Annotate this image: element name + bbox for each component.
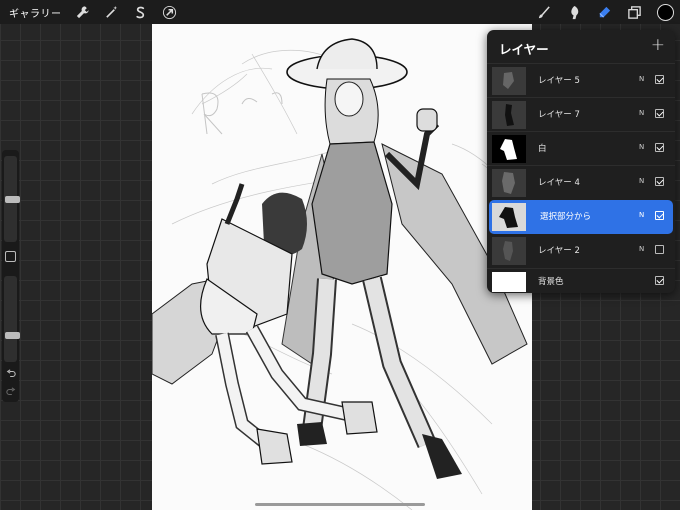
- layer-visibility-checkbox[interactable]: [655, 177, 664, 186]
- blend-mode-button[interactable]: N: [639, 143, 644, 151]
- blend-mode-button[interactable]: N: [639, 211, 644, 219]
- opacity-thumb[interactable]: [5, 332, 20, 339]
- layer-visibility-checkbox[interactable]: [655, 276, 664, 285]
- layers-icon[interactable]: [623, 1, 645, 23]
- layer-name: 白: [538, 144, 547, 154]
- artwork-sketch: [152, 38, 532, 510]
- layer-row[interactable]: レイヤー 7 N: [487, 97, 675, 131]
- transform-arrow-icon[interactable]: [159, 1, 181, 23]
- layer-visibility-checkbox[interactable]: [655, 75, 664, 84]
- layer-row-selected[interactable]: 選択部分から N: [489, 200, 673, 234]
- layer-thumbnail: [492, 135, 526, 163]
- layer-thumbnail: [492, 101, 526, 129]
- layer-row[interactable]: レイヤー 2 N: [487, 234, 675, 268]
- layers-panel: レイヤー + レイヤー 5 N レイヤー 7 N 白 N レイヤー 4 N 選択…: [487, 30, 675, 293]
- selection-s-icon[interactable]: [130, 1, 152, 23]
- blend-mode-button[interactable]: N: [639, 109, 644, 117]
- layer-visibility-checkbox[interactable]: [655, 109, 664, 118]
- layer-thumbnail: [492, 237, 526, 265]
- redo-icon[interactable]: [5, 386, 16, 397]
- smudge-icon[interactable]: [563, 1, 585, 23]
- layer-visibility-checkbox[interactable]: [655, 245, 664, 254]
- layer-thumbnail: [492, 203, 526, 231]
- layer-name: 選択部分から: [540, 212, 592, 222]
- layer-name: レイヤー 2: [538, 246, 580, 256]
- brush-size-thumb[interactable]: [5, 196, 20, 203]
- drawing-canvas[interactable]: [152, 24, 532, 510]
- layer-name: 背景色: [538, 277, 564, 287]
- toolbar-right-group: [533, 0, 674, 24]
- add-layer-button[interactable]: +: [651, 36, 665, 54]
- layer-thumbnail: [492, 272, 526, 292]
- layer-row[interactable]: レイヤー 4 N: [487, 165, 675, 199]
- gallery-button[interactable]: ギャラリー: [9, 5, 62, 20]
- top-toolbar: ギャラリー: [0, 0, 680, 24]
- color-picker-button[interactable]: [657, 3, 674, 21]
- layers-header: レイヤー +: [487, 30, 675, 63]
- brush-size-slider[interactable]: [4, 156, 20, 242]
- layer-name: レイヤー 5: [538, 76, 580, 86]
- undo-icon[interactable]: [5, 368, 16, 379]
- layer-name: レイヤー 7: [538, 110, 580, 120]
- brush-icon[interactable]: [533, 1, 555, 23]
- blend-mode-button[interactable]: N: [639, 75, 644, 83]
- layer-visibility-checkbox[interactable]: [655, 143, 664, 152]
- home-indicator: [255, 503, 425, 506]
- magic-wand-icon[interactable]: [101, 1, 123, 23]
- blend-mode-button[interactable]: N: [639, 245, 644, 253]
- eraser-icon[interactable]: [593, 1, 615, 23]
- layer-row[interactable]: 白 N: [487, 131, 675, 165]
- wrench-icon[interactable]: [72, 1, 94, 23]
- layers-title: レイヤー: [499, 42, 549, 57]
- modify-square-icon[interactable]: [5, 251, 16, 262]
- layer-name: レイヤー 4: [538, 178, 580, 188]
- layer-row[interactable]: レイヤー 5 N: [487, 63, 675, 97]
- layer-row-background[interactable]: 背景色: [487, 268, 675, 293]
- layer-thumbnail: [492, 67, 526, 95]
- left-sidebar: [2, 150, 20, 402]
- layer-visibility-checkbox[interactable]: [655, 211, 664, 220]
- layer-thumbnail: [492, 169, 526, 197]
- opacity-slider[interactable]: [4, 276, 20, 362]
- blend-mode-button[interactable]: N: [639, 177, 644, 185]
